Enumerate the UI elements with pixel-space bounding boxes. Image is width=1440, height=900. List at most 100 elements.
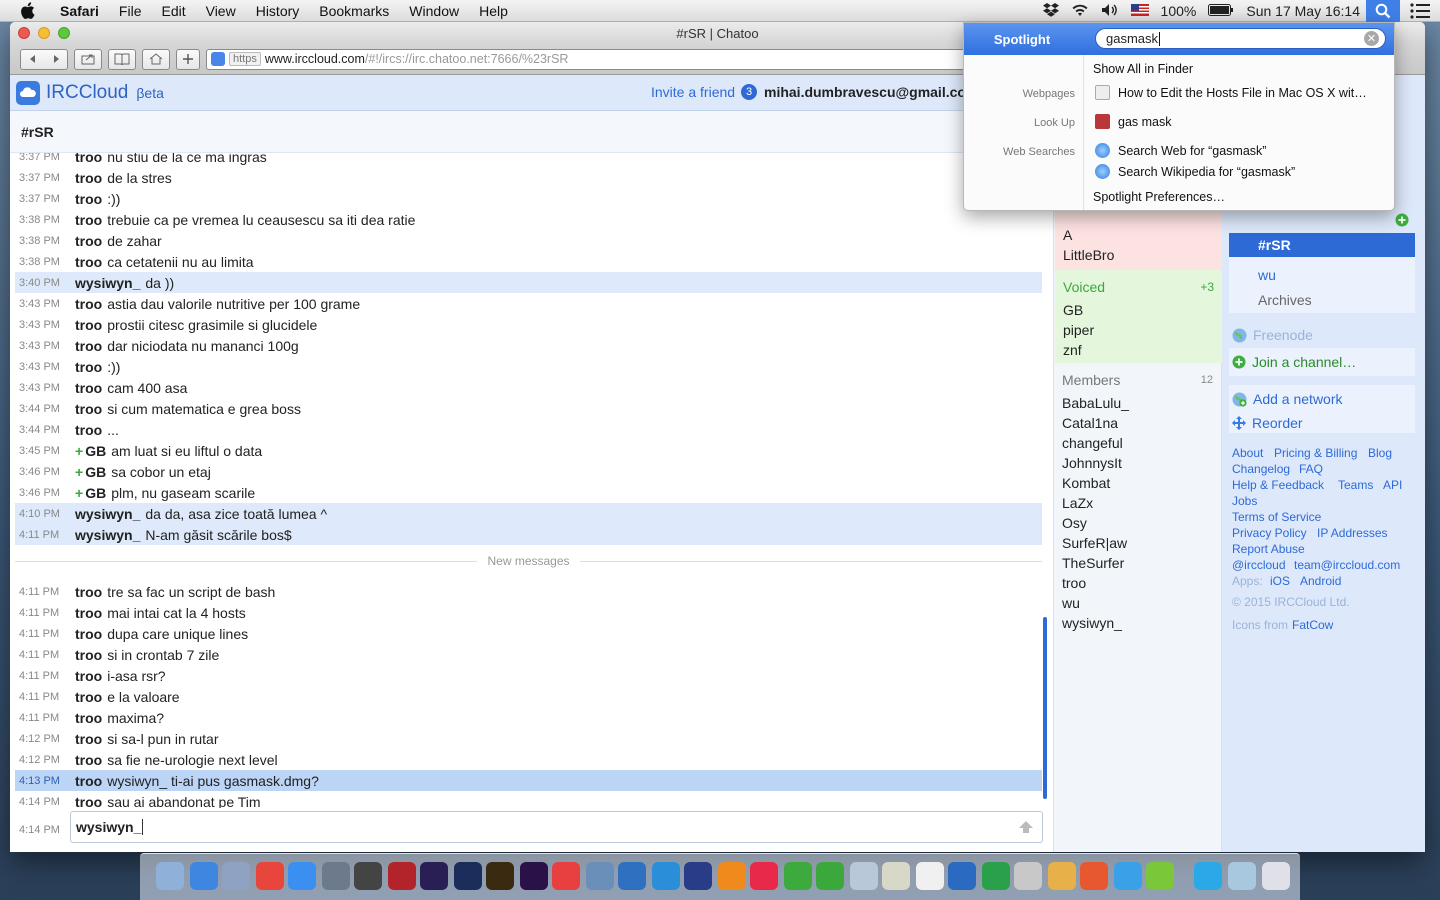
spotlight-result-webpage[interactable]: How to Edit the Hosts File in Mac OS X w… — [1095, 85, 1367, 100]
message-row[interactable]: 3:45 PM + GB am luat si eu liftul o data — [15, 440, 1042, 461]
message-row[interactable]: 3:46 PM + GB plm, nu gaseam scarile — [15, 482, 1042, 503]
spotlight-preferences[interactable]: Spotlight Preferences… — [1093, 190, 1225, 204]
forward-icon[interactable] — [51, 54, 61, 64]
changelog-link[interactable]: Changelog — [1232, 462, 1290, 476]
reorder-link[interactable]: Reorder — [1229, 411, 1415, 435]
photoshop-icon[interactable] — [454, 862, 482, 890]
message-nick[interactable]: troo — [75, 338, 102, 354]
address-bar[interactable]: https www.irccloud.com/#!/ircs://irc.cha… — [206, 48, 966, 70]
apple-menu-icon[interactable] — [20, 2, 38, 20]
about-link[interactable]: About — [1232, 446, 1263, 460]
message-row[interactable]: 4:12 PM troo si sa-l pun in rutar — [15, 728, 1042, 749]
after-effects-icon[interactable] — [420, 862, 448, 890]
trash-icon[interactable] — [1262, 862, 1290, 890]
home-button[interactable] — [142, 48, 170, 70]
message-nick[interactable]: troo — [75, 170, 102, 186]
message-nick[interactable]: troo — [75, 401, 102, 417]
message-row[interactable]: 4:11 PM troo maxima? — [15, 707, 1042, 728]
volume-icon[interactable] — [1101, 3, 1119, 20]
chrome-icon[interactable] — [256, 862, 284, 890]
message-nick[interactable]: troo — [75, 668, 102, 684]
spotlight-show-all[interactable]: Show All in Finder — [1093, 62, 1193, 76]
spotlight-search-field[interactable]: gasmask ✕ — [1095, 28, 1386, 49]
member-item[interactable]: troo — [1062, 575, 1086, 591]
spotlight-result-web[interactable]: Search Web for “gasmask” — [1095, 143, 1266, 158]
message-nick[interactable]: troo — [75, 317, 102, 333]
message-row[interactable]: 4:14 PM troo sau ai abandonat pe Tim — [15, 791, 1042, 809]
leaf-icon[interactable] — [784, 862, 812, 890]
message-row[interactable]: 3:40 PM wysiwyn_ da )) — [15, 272, 1042, 293]
message-nick[interactable]: troo — [75, 626, 102, 642]
clear-search-icon[interactable]: ✕ — [1364, 31, 1379, 46]
safari-icon[interactable] — [190, 862, 218, 890]
message-nick[interactable]: troo — [75, 773, 102, 789]
clock[interactable]: Sun 17 May 16:14 — [1246, 3, 1360, 19]
pricing-link[interactable]: Pricing & Billing — [1274, 446, 1357, 460]
finder-icon[interactable] — [156, 862, 184, 890]
spotlight-result-lookup[interactable]: gas mask — [1095, 114, 1172, 129]
message-row[interactable]: 3:43 PM troo:)) — [15, 356, 1042, 377]
send-arrow-icon[interactable] — [1018, 820, 1034, 834]
acrobat-icon[interactable] — [552, 862, 580, 890]
back-icon[interactable] — [28, 54, 38, 64]
itunes-icon[interactable] — [750, 862, 778, 890]
message-row[interactable]: 3:37 PM troo:)) — [15, 188, 1042, 209]
message-scrollbar[interactable] — [1043, 617, 1047, 799]
menu-bookmarks[interactable]: Bookmarks — [309, 3, 399, 19]
message-nick[interactable]: GB — [85, 464, 106, 480]
report-abuse-link[interactable]: Report Abuse — [1232, 542, 1305, 556]
textedit-icon[interactable] — [882, 862, 910, 890]
message-row[interactable]: 3:38 PM troo trebuie ca pe vremea lu ceaus… — [15, 209, 1042, 230]
message-row[interactable]: 4:13 PM troo wysiwyn_ ti-ai pus gasmask.dm… — [15, 770, 1042, 791]
member-item[interactable]: Kombat — [1062, 475, 1110, 491]
close-window-button[interactable] — [18, 27, 30, 39]
menu-history[interactable]: History — [246, 3, 310, 19]
keynote-icon[interactable] — [684, 862, 712, 890]
menu-app-name[interactable]: Safari — [50, 3, 109, 19]
message-nick[interactable]: troo — [75, 212, 102, 228]
member-voiced-gb[interactable]: GB — [1063, 302, 1083, 318]
message-row[interactable]: 4:11 PM troo mai intai cat la 4 hosts — [15, 602, 1042, 623]
archives-item[interactable]: Archives — [1229, 288, 1415, 312]
tos-link[interactable]: Terms of Service — [1232, 510, 1321, 524]
message-row[interactable]: 3:38 PM troo de zahar — [15, 230, 1042, 251]
share-button[interactable] — [74, 48, 102, 70]
message-nick[interactable]: GB — [85, 485, 106, 501]
menu-edit[interactable]: Edit — [151, 3, 195, 19]
irccloud-logo[interactable]: IRCCloud βeta — [16, 80, 164, 105]
member-item[interactable]: Osy — [1062, 515, 1087, 531]
message-row[interactable]: 3:43 PM troo prostii citesc grasimile si g… — [15, 314, 1042, 335]
cleaner-icon[interactable] — [1048, 862, 1076, 890]
excel-icon[interactable] — [948, 862, 976, 890]
message-nick[interactable]: troo — [75, 296, 102, 312]
message-row[interactable]: 4:12 PM troo sa fie ne-urologie next level — [15, 749, 1042, 770]
message-row[interactable]: 3:44 PM troo si cum matematica e grea boss — [15, 398, 1042, 419]
toolbox-icon[interactable] — [982, 862, 1010, 890]
message-row[interactable]: 3:37 PM troo nu stiu de la ce ma ingras — [15, 153, 1042, 167]
member-op-littlebro[interactable]: LittleBro — [1063, 247, 1114, 263]
battery-icon[interactable] — [1208, 3, 1234, 19]
message-nick[interactable]: troo — [75, 731, 102, 747]
back-forward-buttons[interactable] — [20, 48, 68, 70]
member-item[interactable]: changeful — [1062, 435, 1123, 451]
member-item[interactable]: wu — [1062, 595, 1080, 611]
member-item[interactable]: wysiwyn_ — [1062, 615, 1122, 631]
app-store-icon[interactable] — [288, 862, 316, 890]
skype-icon[interactable] — [1146, 862, 1174, 890]
message-row[interactable]: 3:43 PM troo dar niciodata nu mananci 100g — [15, 335, 1042, 356]
channel-item-rsr[interactable]: #rSR — [1229, 233, 1415, 257]
package-icon[interactable] — [1014, 862, 1042, 890]
spotlight-menu-icon[interactable] — [1366, 0, 1400, 22]
folder-icon[interactable] — [1194, 862, 1222, 890]
api-link[interactable]: API — [1383, 478, 1402, 492]
evernote-icon[interactable] — [816, 862, 844, 890]
message-row[interactable]: 3:38 PM troo ca cetatenii nu au limita — [15, 251, 1042, 272]
message-nick[interactable]: troo — [75, 359, 102, 375]
spotlight-result-wikipedia[interactable]: Search Wikipedia for “gasmask” — [1095, 164, 1295, 179]
message-input[interactable]: wysiwyn_ — [70, 811, 1043, 843]
faq-link[interactable]: FAQ — [1299, 462, 1323, 476]
launchpad-icon[interactable] — [322, 862, 350, 890]
message-nick[interactable]: troo — [75, 422, 102, 438]
network-utility-icon[interactable] — [586, 862, 614, 890]
message-row[interactable]: 4:10 PM wysiwyn_ da da, asa zice toată lum… — [15, 503, 1042, 524]
